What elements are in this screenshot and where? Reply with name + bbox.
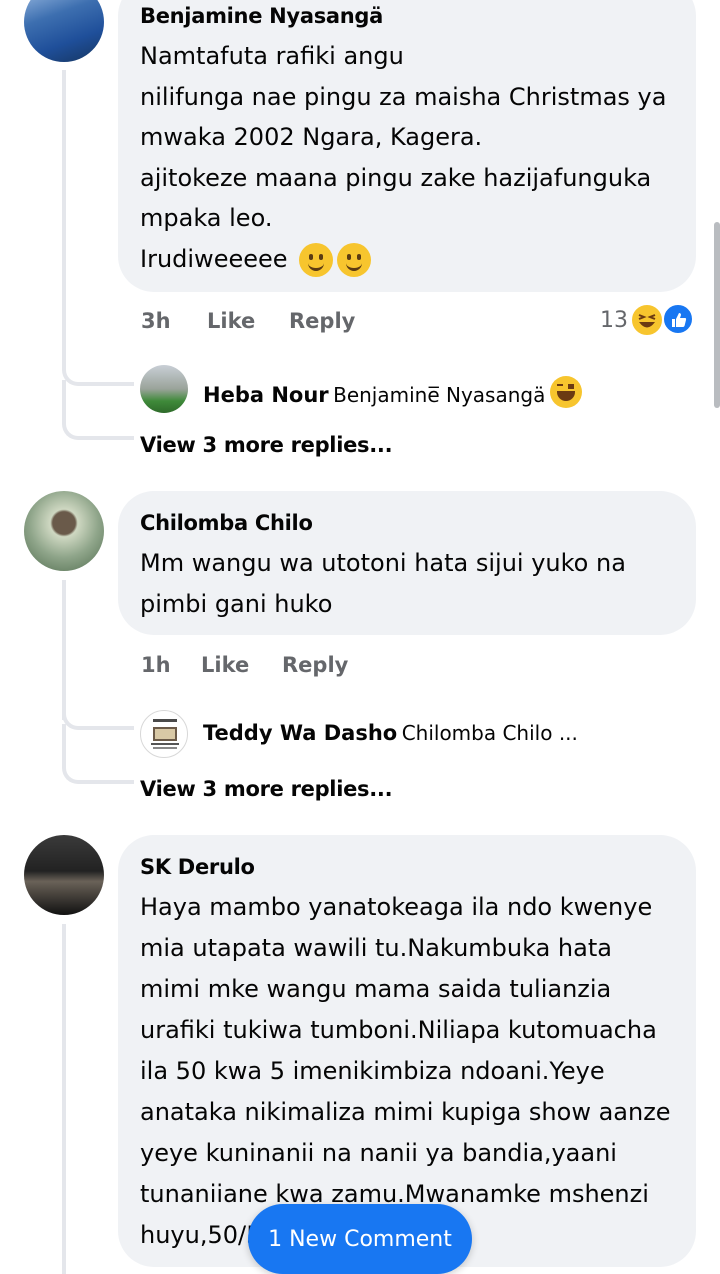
comment-text: Namtafuta rafiki angu nilifunga nae ping… bbox=[140, 36, 666, 279]
reply-button[interactable]: Reply bbox=[289, 309, 355, 333]
avatar[interactable] bbox=[24, 0, 104, 62]
thread-connector bbox=[62, 748, 134, 784]
reaction-count[interactable]: 13 bbox=[600, 308, 628, 333]
smile-emoji-icon bbox=[299, 242, 334, 277]
like-icon[interactable] bbox=[662, 303, 694, 335]
comment-text: Haya mambo yanatokeaga ila ndo kwenye mi… bbox=[140, 893, 671, 1249]
reply-text: Chilomba Chilo ... bbox=[401, 721, 578, 745]
comment-author[interactable]: SK Derulo bbox=[140, 855, 255, 879]
like-button[interactable]: Like bbox=[207, 309, 255, 333]
comment-bubble[interactable]: Chilomba Chilo Mm wangu wa utotoni hata … bbox=[118, 491, 696, 635]
new-comment-button[interactable]: 1 New Comment bbox=[248, 1204, 472, 1274]
reply-preview[interactable]: Heba Nour Benjamine̅ Nyasangä bbox=[203, 376, 582, 408]
reply-button[interactable]: Reply bbox=[282, 653, 348, 677]
like-button[interactable]: Like bbox=[201, 653, 249, 677]
smile-emoji-icon bbox=[337, 242, 372, 277]
thread-line bbox=[62, 924, 66, 1274]
scrollbar[interactable] bbox=[714, 222, 720, 408]
thread-connector bbox=[62, 694, 134, 730]
comment-bubble[interactable]: SK Derulo Haya mambo yanatokeaga ila ndo… bbox=[118, 835, 696, 1267]
avatar[interactable] bbox=[24, 491, 104, 571]
thread-connector bbox=[62, 350, 134, 386]
comment-time: 3h bbox=[141, 309, 171, 333]
avatar[interactable] bbox=[140, 365, 188, 413]
avatar[interactable] bbox=[140, 710, 188, 758]
thread-connector bbox=[62, 404, 134, 440]
thread-line bbox=[62, 70, 66, 370]
comment-text: Mm wangu wa utotoni hata sijui yuko na p… bbox=[140, 549, 626, 618]
comment-time: 1h bbox=[141, 653, 171, 677]
view-more-replies[interactable]: View 3 more replies... bbox=[140, 433, 393, 457]
comment-author[interactable]: Chilomba Chilo bbox=[140, 511, 313, 535]
haha-icon[interactable] bbox=[630, 303, 664, 337]
comment-author[interactable]: Benjamine Nyasangä bbox=[140, 4, 383, 28]
reply-author[interactable]: Heba Nour bbox=[203, 383, 329, 407]
view-more-replies[interactable]: View 3 more replies... bbox=[140, 777, 393, 801]
avatar[interactable] bbox=[24, 835, 104, 915]
laughing-emoji-icon bbox=[549, 376, 582, 408]
reply-text: Benjamine̅ Nyasangä bbox=[333, 383, 546, 407]
reply-preview[interactable]: Teddy Wa Dasho Chilomba Chilo ... bbox=[203, 721, 578, 745]
reply-author[interactable]: Teddy Wa Dasho bbox=[203, 721, 397, 745]
comment-bubble[interactable]: Benjamine Nyasangä Namtafuta rafiki angu… bbox=[118, 0, 696, 292]
